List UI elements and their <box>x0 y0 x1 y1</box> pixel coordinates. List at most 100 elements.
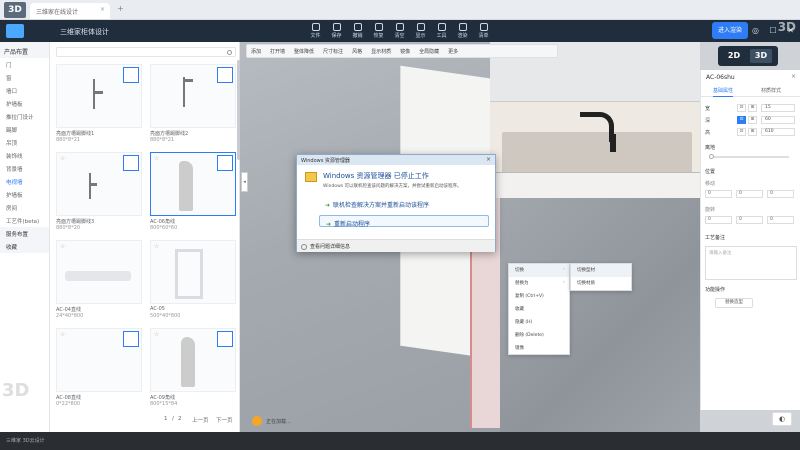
nav-section-service[interactable]: 服务布置 <box>0 227 49 240</box>
next-page-button[interactable]: 下一页 <box>216 416 233 424</box>
view-3d-button[interactable]: 3D <box>750 49 772 63</box>
link-icon[interactable]: ⊞ <box>748 128 757 136</box>
star-icon[interactable]: ☆ <box>60 331 65 338</box>
toolbar-redo-button[interactable]: 恢复 <box>368 21 389 41</box>
vp-tool-open-wall[interactable]: 打开墙 <box>270 48 285 55</box>
enter-render-button[interactable]: 进入渲染 <box>712 22 748 39</box>
vp-tool-hide-all[interactable]: 全局隐藏 <box>419 48 439 55</box>
toolbar-render-button[interactable]: 渲染 <box>452 21 473 41</box>
nav-item-ceiling[interactable]: 吊顶 <box>0 136 49 149</box>
vp-tool-more[interactable]: 更多 <box>448 48 458 55</box>
move-y-input[interactable]: 0 <box>736 190 763 198</box>
vp-tool-material[interactable]: 显示材质 <box>371 48 391 55</box>
nav-item-wall-panel[interactable]: 护墙板 <box>0 97 49 110</box>
nav-item-molding[interactable]: 装饰线 <box>0 149 49 162</box>
nav-item-room[interactable]: 房间 <box>0 201 49 214</box>
toolbar-display-button[interactable]: 显示 <box>410 21 431 41</box>
rotate-x-input[interactable]: 0 <box>705 216 732 224</box>
move-z-input[interactable]: 0 <box>767 190 794 198</box>
catalog-item-selected[interactable]: ☆ AC-06角线 800*60*60 <box>150 152 236 232</box>
close-icon[interactable]: × <box>485 156 492 163</box>
settings-corner-button[interactable]: ◐ <box>772 412 792 426</box>
add-icon[interactable] <box>217 67 233 83</box>
menu-item-mirror[interactable]: 镜像 <box>509 342 569 355</box>
menu-item-copy[interactable]: 复制 (Ctrl+V) <box>509 290 569 303</box>
tab-basic-properties[interactable]: 基础属性 <box>713 87 734 97</box>
nav-item-tv-wall[interactable]: 电视墙 <box>0 175 49 188</box>
add-icon[interactable] <box>123 67 139 83</box>
nav-item-wall-opening[interactable]: 墙口 <box>0 84 49 97</box>
close-icon[interactable]: × <box>791 73 796 80</box>
add-icon[interactable] <box>217 331 233 347</box>
lock-icon[interactable]: ⊡ <box>737 128 746 136</box>
menu-item-favorite[interactable]: 收藏 <box>509 303 569 316</box>
function-section[interactable]: 功能操作 <box>705 286 725 293</box>
process-note-section[interactable]: 工艺备注 <box>705 234 725 241</box>
replace-shape-button[interactable]: 替换造型 <box>715 298 753 308</box>
depth-input[interactable]: 60 <box>761 116 795 124</box>
nav-section-favorites[interactable]: 收藏 <box>0 240 49 253</box>
check-online-option[interactable]: ➜ 联机检查解决方案并重新启动该程序 <box>319 197 489 209</box>
rotate-y-input[interactable]: 0 <box>736 216 763 224</box>
process-note-input[interactable]: 请输入备注 <box>705 246 797 280</box>
catalog-item[interactable]: ☆ AC-09角线 800*15*84 <box>150 328 236 408</box>
search-input[interactable] <box>56 47 236 57</box>
catalog-item[interactable]: ☆ AC-05 500*40*800 <box>150 240 236 320</box>
width-input[interactable]: 15 <box>761 104 795 112</box>
elevation-slider[interactable] <box>709 154 789 159</box>
add-icon[interactable] <box>217 155 233 171</box>
catalog-item[interactable]: 亮面方槽踢脚线1 880*8*21 <box>56 64 142 144</box>
new-tab-button[interactable]: + <box>117 4 124 13</box>
toolbar-clear-button[interactable]: 清空 <box>389 21 410 41</box>
dialog-details-toggle[interactable]: 查看问题详细信息 <box>297 239 495 252</box>
rotate-z-input[interactable]: 0 <box>767 216 794 224</box>
link-icon[interactable]: ⊞ <box>748 116 757 124</box>
catalog-item[interactable]: 亮面方槽踢脚线2 880*8*21 <box>150 64 236 144</box>
prev-page-button[interactable]: 上一页 <box>192 416 209 424</box>
restart-program-option[interactable]: ➜ 重新启动程序 <box>319 215 489 228</box>
link-icon[interactable]: ⊞ <box>748 104 757 112</box>
nav-item-skirting[interactable]: 踢脚 <box>0 123 49 136</box>
star-icon[interactable]: ☆ <box>60 243 65 250</box>
catalog-item[interactable]: ☆ AC-08直线 0*22*800 <box>56 328 142 408</box>
submenu-item-switch-material[interactable]: 切换材质 <box>571 277 631 290</box>
lock-icon[interactable]: ⊡ <box>737 116 746 124</box>
menu-item-switch[interactable]: 切换 › <box>509 264 569 277</box>
star-icon[interactable]: ☆ <box>60 155 65 162</box>
submenu-item-switch-profile[interactable]: 切换型材 <box>571 264 631 277</box>
star-icon[interactable]: ☆ <box>154 243 159 250</box>
menu-item-replace[interactable]: 替换为 › <box>509 277 569 290</box>
vp-tool-dimension[interactable]: 尺寸标注 <box>323 48 343 55</box>
vp-tool-style[interactable]: 风格 <box>352 48 362 55</box>
menu-item-hide[interactable]: 隐藏 (H) <box>509 316 569 329</box>
vp-tool-add[interactable]: 添加 <box>251 48 261 55</box>
add-icon[interactable] <box>123 331 139 347</box>
nav-item-wall-board[interactable]: 护墙板 <box>0 188 49 201</box>
nav-item-door[interactable]: 门 <box>0 58 49 71</box>
browser-tab[interactable]: 三维家在线设计 × <box>30 3 110 19</box>
position-section[interactable]: 位置 <box>705 168 715 175</box>
nav-item-feature-wall[interactable]: 背景墙 <box>0 162 49 175</box>
vp-tool-mirror[interactable]: 镜像 <box>400 48 410 55</box>
toolbar-list-button[interactable]: 清单 <box>473 21 494 41</box>
page-current[interactable]: 1 <box>164 416 168 422</box>
catalog-item[interactable]: ☆ AC-04直线 24*40*800 <box>56 240 142 320</box>
slider-knob[interactable] <box>709 154 714 159</box>
tab-material-style[interactable]: 材质样式 <box>761 87 781 94</box>
toolbar-tools-button[interactable]: 工具 <box>431 21 452 41</box>
vp-tool-lower[interactable]: 整体降低 <box>294 48 314 55</box>
add-icon[interactable] <box>123 155 139 171</box>
height-input[interactable]: 610 <box>761 128 795 136</box>
lock-icon[interactable]: ⊡ <box>737 104 746 112</box>
catalog-item[interactable]: ☆ 亮面方槽踢脚线3 880*8*20 <box>56 152 142 232</box>
menu-item-delete[interactable]: 删除 (Delete) <box>509 329 569 342</box>
nav-item-sliding-door[interactable]: 推拉门设计 <box>0 110 49 123</box>
toolbar-undo-button[interactable]: 撤销 <box>347 21 368 41</box>
toolbar-save-button[interactable]: 保存 <box>326 21 347 41</box>
nav-item-craft[interactable]: 工艺件(beta) <box>0 214 49 227</box>
search-icon[interactable] <box>227 50 232 55</box>
move-x-input[interactable]: 0 <box>705 190 732 198</box>
toolbar-file-button[interactable]: 文件 <box>305 21 326 41</box>
star-icon[interactable]: ☆ <box>154 155 159 162</box>
nav-item-window[interactable]: 窗 <box>0 71 49 84</box>
